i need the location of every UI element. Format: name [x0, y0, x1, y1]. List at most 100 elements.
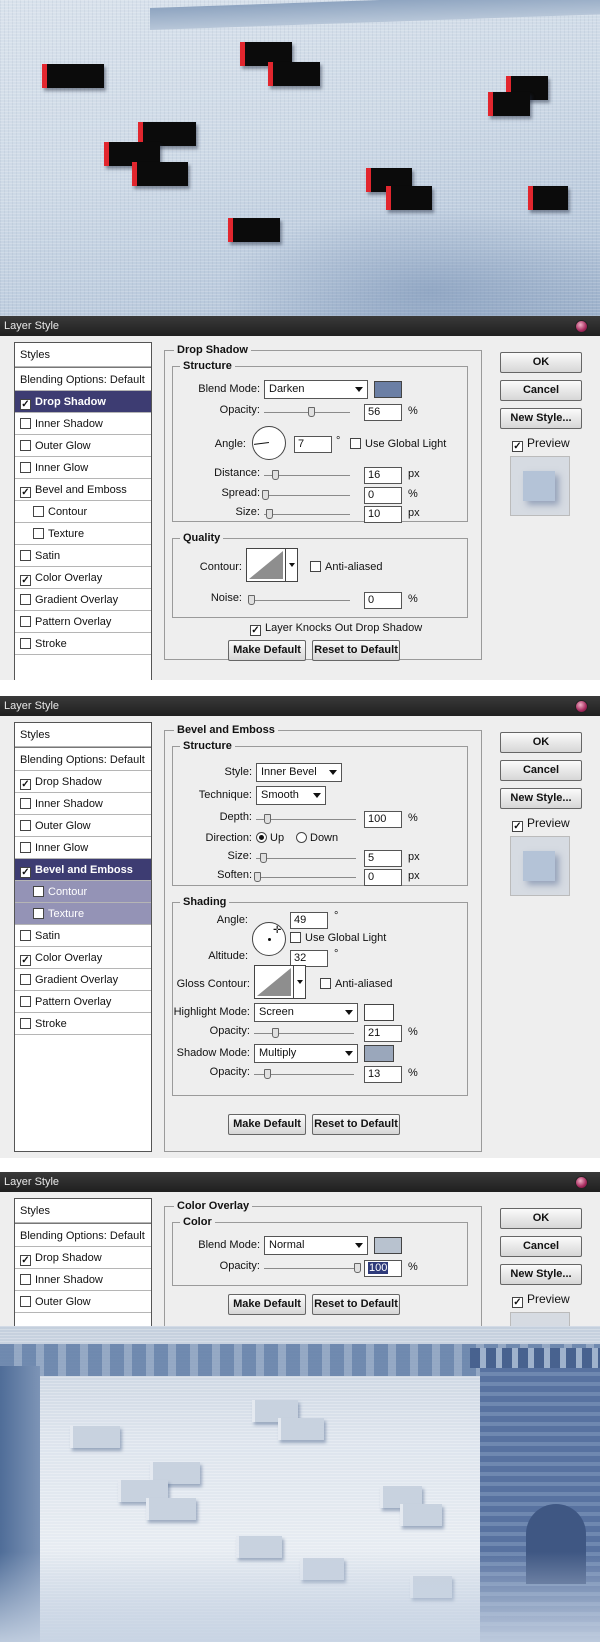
sidebar-item-inner-shadow[interactable]: Inner Shadow [15, 1269, 151, 1291]
spread-input[interactable]: 0 [364, 487, 402, 504]
slider-thumb[interactable] [262, 490, 269, 500]
cancel-button[interactable]: Cancel [500, 760, 582, 781]
checkbox-box[interactable] [20, 550, 31, 561]
highlight-color-swatch[interactable] [364, 1004, 394, 1021]
sidebar-item-inner-shadow[interactable]: Inner Shadow [15, 413, 151, 435]
radio-button[interactable] [256, 832, 267, 843]
checkbox-box[interactable]: ✓ [512, 821, 523, 832]
sidebar-item-inner-glow[interactable]: Inner Glow [15, 837, 151, 859]
ok-button[interactable]: OK [500, 352, 582, 373]
reset-to-default-button[interactable]: Reset to Default [312, 1114, 400, 1135]
ok-button[interactable]: OK [500, 1208, 582, 1229]
soften-slider[interactable] [254, 872, 356, 882]
angle-input[interactable]: 49 [290, 912, 328, 929]
sidebar-item-styles[interactable]: Styles [15, 723, 151, 747]
sidebar-item-stroke[interactable]: Stroke [15, 633, 151, 655]
reset-to-default-button[interactable]: Reset to Default [312, 640, 400, 661]
sidebar-item-inner-shadow[interactable]: Inner Shadow [15, 793, 151, 815]
sidebar-item-styles[interactable]: Styles [15, 343, 151, 367]
new-style-button[interactable]: New Style... [500, 1264, 582, 1285]
sidebar-item-color-overlay[interactable]: ✓ Color Overlay [15, 947, 151, 969]
contour-picker[interactable] [246, 548, 286, 582]
cancel-button[interactable]: Cancel [500, 380, 582, 401]
checkbox-box[interactable] [290, 932, 301, 943]
shadow-opacity-slider[interactable] [254, 1069, 354, 1079]
sidebar-item-blending-options-default[interactable]: Blending Options: Default [15, 367, 151, 391]
checkbox-box[interactable] [20, 974, 31, 985]
new-style-button[interactable]: New Style... [500, 788, 582, 809]
shadow-color-swatch[interactable] [374, 381, 402, 398]
checkbox-box[interactable]: ✓ [20, 867, 31, 878]
blend-mode-select[interactable]: Darken [264, 380, 368, 399]
sidebar-item-bevel-and-emboss[interactable]: ✓ Bevel and Emboss [15, 479, 151, 501]
reset-to-default-button[interactable]: Reset to Default [312, 1294, 400, 1315]
sidebar-item-bevel-and-emboss[interactable]: ✓ Bevel and Emboss [15, 859, 151, 881]
make-default-button[interactable]: Make Default [228, 1294, 306, 1315]
shadow-mode-select[interactable]: Multiply [254, 1044, 358, 1063]
checkbox-box[interactable] [20, 440, 31, 451]
checkbox-box[interactable] [20, 996, 31, 1007]
shadow-color-swatch[interactable] [364, 1045, 394, 1062]
soften-input[interactable]: 0 [364, 869, 402, 886]
technique-select[interactable]: Smooth [256, 786, 326, 805]
sidebar-item-outer-glow[interactable]: Outer Glow [15, 1291, 151, 1313]
highlight-opacity-slider[interactable] [254, 1028, 354, 1038]
angle-dial[interactable]: ✛ [252, 922, 286, 956]
sidebar-item-outer-glow[interactable]: Outer Glow [15, 435, 151, 457]
sidebar-item-satin[interactable]: Satin [15, 545, 151, 567]
sidebar-item-pattern-overlay[interactable]: Pattern Overlay [15, 611, 151, 633]
slider-thumb[interactable] [254, 872, 261, 882]
distance-input[interactable]: 16 [364, 467, 402, 484]
make-default-button[interactable]: Make Default [228, 1114, 306, 1135]
preview-checkbox[interactable]: ✓ Preview [512, 1292, 570, 1308]
checkbox-box[interactable] [20, 930, 31, 941]
checkbox-box[interactable] [20, 1296, 31, 1307]
distance-slider[interactable] [264, 470, 350, 480]
highlight-mode-select[interactable]: Screen [254, 1003, 358, 1022]
sidebar-item-inner-glow[interactable]: Inner Glow [15, 457, 151, 479]
checkbox-box[interactable] [20, 1274, 31, 1285]
angle-dial[interactable] [252, 426, 286, 460]
spread-slider[interactable] [262, 490, 350, 500]
sidebar-item-color-overlay[interactable]: ✓ Color Overlay [15, 567, 151, 589]
checkbox-box[interactable]: ✓ [512, 441, 523, 452]
slider-thumb[interactable] [266, 509, 273, 519]
close-icon[interactable] [575, 1176, 588, 1189]
sidebar-item-texture[interactable]: Texture [15, 903, 151, 925]
checkbox-box[interactable]: ✓ [20, 399, 31, 410]
direction-up-radio[interactable]: Up [256, 832, 284, 844]
opacity-slider[interactable] [264, 407, 350, 417]
size-slider[interactable] [256, 853, 356, 863]
sidebar-item-drop-shadow[interactable]: ✓ Drop Shadow [15, 391, 151, 413]
radio-button[interactable] [296, 832, 307, 843]
sidebar-item-stroke[interactable]: Stroke [15, 1013, 151, 1035]
close-icon[interactable] [575, 320, 588, 333]
sidebar-item-contour[interactable]: Contour [15, 881, 151, 903]
checkbox-box[interactable]: ✓ [20, 955, 31, 966]
cancel-button[interactable]: Cancel [500, 1236, 582, 1257]
ok-button[interactable]: OK [500, 732, 582, 753]
slider-thumb[interactable] [264, 1069, 271, 1079]
use-global-light-checkbox[interactable]: Use Global Light [290, 932, 386, 944]
sidebar-item-drop-shadow[interactable]: ✓ Drop Shadow [15, 1247, 151, 1269]
checkbox-box[interactable]: ✓ [20, 779, 31, 790]
size-input[interactable]: 10 [364, 506, 402, 523]
depth-input[interactable]: 100 [364, 811, 402, 828]
shadow-opacity-input[interactable]: 13 [364, 1066, 402, 1083]
slider-thumb[interactable] [248, 595, 255, 605]
checkbox-box[interactable] [33, 886, 44, 897]
slider-thumb[interactable] [260, 853, 267, 863]
checkbox-box[interactable] [20, 462, 31, 473]
checkbox-box[interactable]: ✓ [250, 625, 261, 636]
checkbox-box[interactable] [20, 638, 31, 649]
sidebar-item-texture[interactable]: Texture [15, 523, 151, 545]
opacity-slider[interactable] [264, 1263, 361, 1273]
checkbox-box[interactable]: ✓ [20, 575, 31, 586]
checkbox-box[interactable]: ✓ [20, 487, 31, 498]
checkbox-box[interactable] [20, 842, 31, 853]
checkbox-box[interactable]: ✓ [20, 1255, 31, 1266]
size-slider[interactable] [264, 509, 350, 519]
preview-checkbox[interactable]: ✓ Preview [512, 436, 570, 452]
blend-mode-select[interactable]: Normal [264, 1236, 368, 1255]
checkbox-box[interactable] [20, 616, 31, 627]
